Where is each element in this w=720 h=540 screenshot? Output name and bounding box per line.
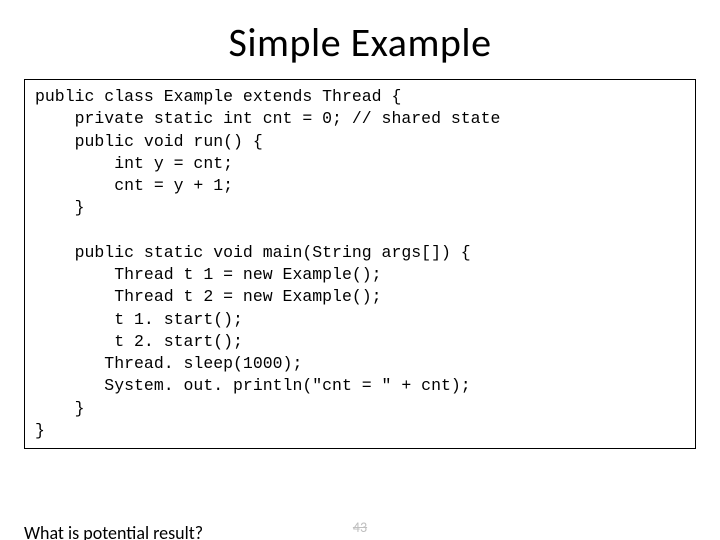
question-text: What is potential result? [24, 522, 203, 540]
slide: Simple Example public class Example exte… [0, 18, 720, 540]
code-box: public class Example extends Thread { pr… [24, 79, 696, 449]
slide-title: Simple Example [0, 18, 720, 67]
code-listing: public class Example extends Thread { pr… [35, 86, 685, 442]
page-number: 43 [353, 519, 367, 536]
